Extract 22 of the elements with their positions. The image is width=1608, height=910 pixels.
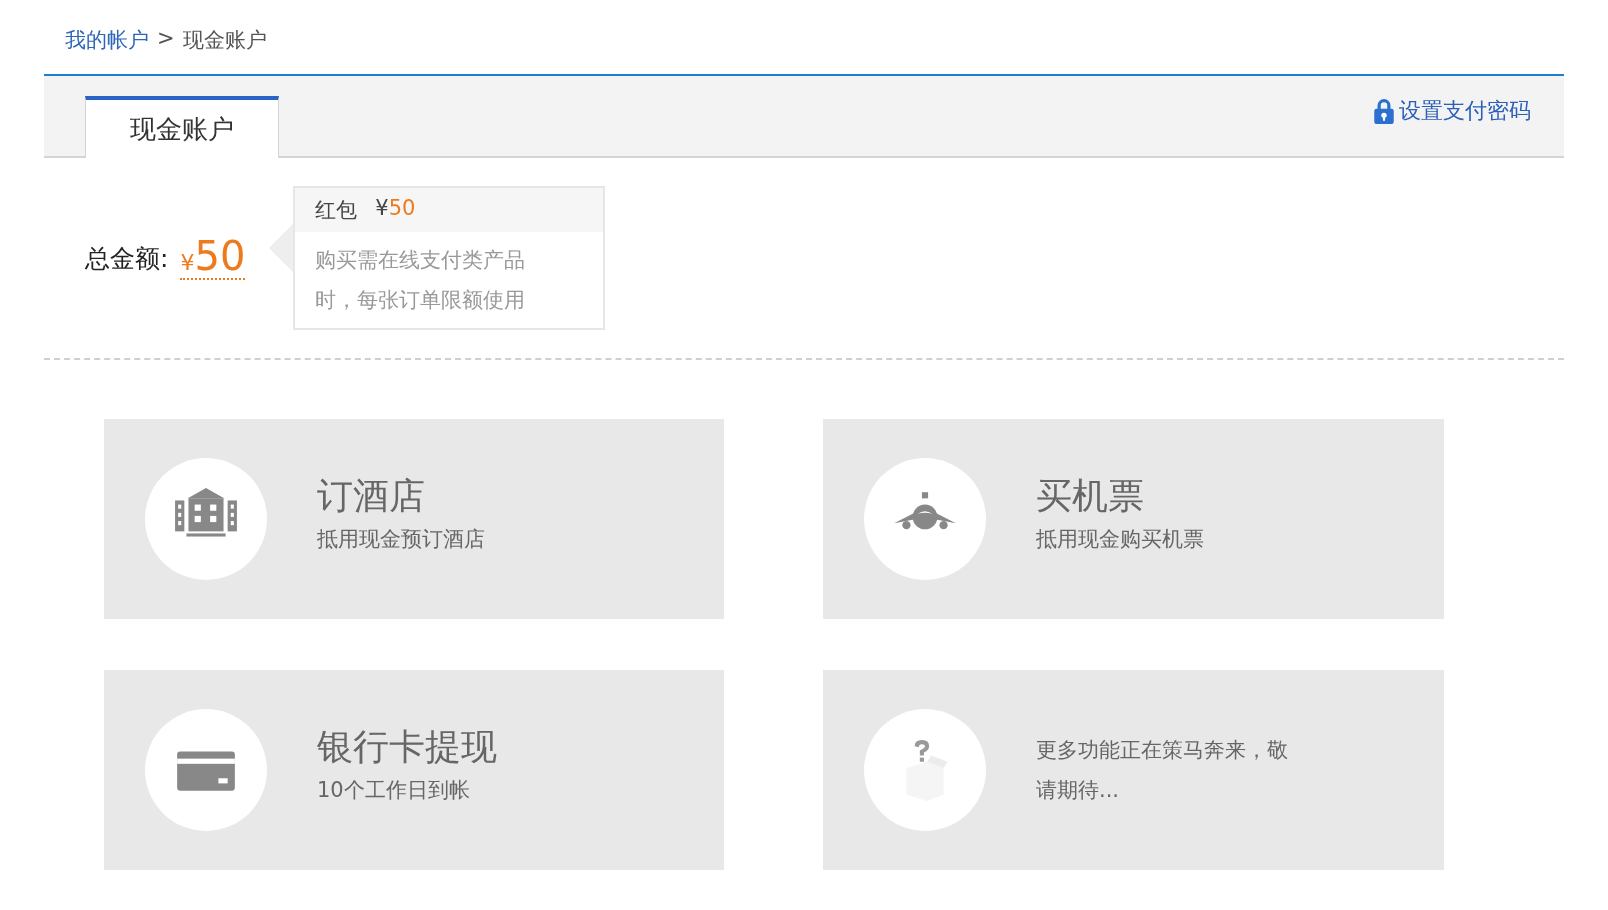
total-label: 总金额: <box>85 242 169 275</box>
popover-label: 红包 <box>315 197 358 224</box>
popover-amount: ¥50 <box>375 196 416 222</box>
tab[interactable]: 现金账户 <box>85 96 279 158</box>
total-amount: ¥50 <box>180 236 246 280</box>
card-subtitle: 抵用现金购买机票 <box>1036 525 1204 553</box>
feature-card[interactable]: 买机票 抵用现金购买机票 <box>823 419 1444 619</box>
card-subtitle: 10个工作日到帐 <box>317 776 471 804</box>
breadcrumb-link[interactable]: 我的帐户 <box>65 26 149 74</box>
card-title: 订酒店 <box>317 473 426 518</box>
card-title: 银行卡提现 <box>317 724 497 769</box>
breadcrumb-separator: > <box>157 26 175 52</box>
set-password-link[interactable]: 设置支付密码 <box>1373 96 1531 126</box>
breadcrumb-current: 现金账户 <box>182 27 267 54</box>
feature-card[interactable]: 银行卡提现 10个工作日到帐 <box>104 670 724 870</box>
feature-card[interactable]: 订酒店 抵用现金预订酒店 <box>104 419 724 619</box>
lock-icon <box>1373 98 1395 124</box>
card-notice: 更多功能正在策马奔来，敬请期待... <box>1036 737 1289 804</box>
card-subtitle: 抵用现金预订酒店 <box>317 525 485 553</box>
card-title: 买机票 <box>1036 473 1145 518</box>
popover-description: 购买需在线支付类产品时，每张订单限额使用 <box>314 247 527 314</box>
feature-card[interactable]: 更多功能正在策马奔来，敬请期待... <box>823 670 1444 870</box>
